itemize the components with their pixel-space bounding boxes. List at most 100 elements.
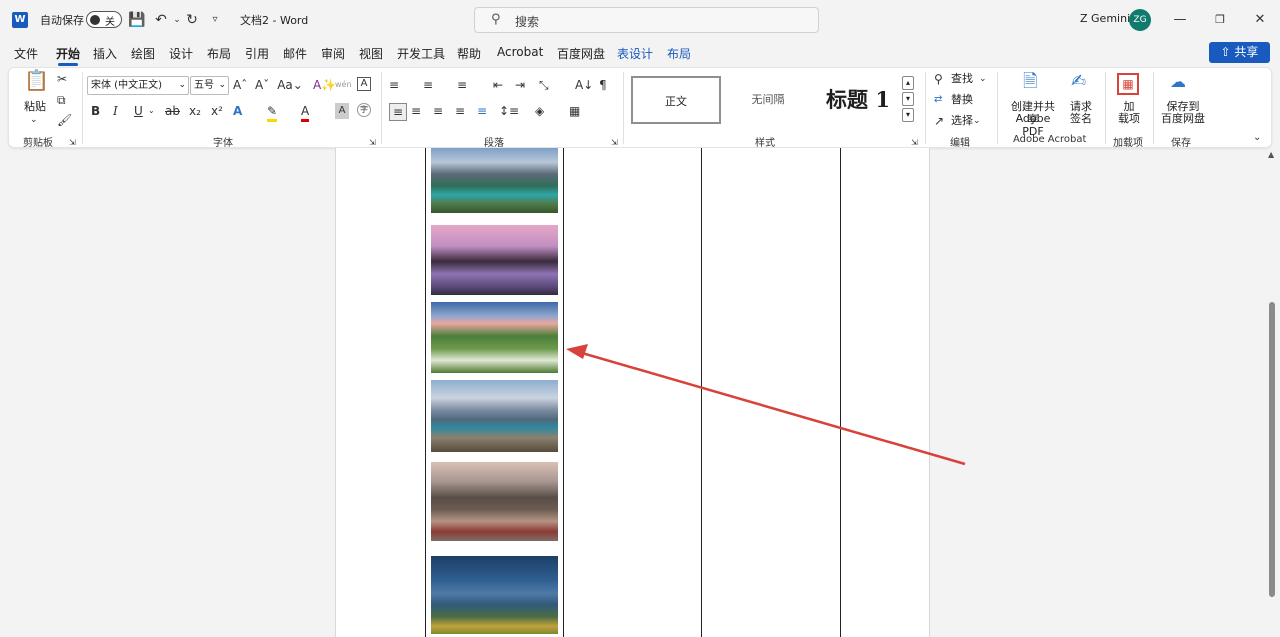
italic-icon[interactable]: I (113, 103, 118, 119)
save-icon[interactable]: 💾 (128, 11, 146, 29)
tab-references[interactable]: 引用 (245, 45, 269, 62)
photo-alpine-lake[interactable] (431, 380, 558, 452)
increase-indent-icon[interactable]: ⇥ (515, 77, 525, 93)
shading-icon[interactable]: ◈ (535, 103, 544, 119)
avatar[interactable]: ZG (1129, 9, 1151, 31)
align-center-icon[interactable]: ≡ (411, 103, 421, 119)
strikethrough-icon[interactable]: ab (165, 103, 180, 119)
numbering-icon[interactable]: ≡ (423, 77, 433, 93)
line-spacing-icon[interactable]: ↕≡ (499, 103, 519, 119)
addins-icon[interactable]: ▦ (1117, 73, 1139, 95)
borders-icon[interactable]: ▦ (569, 103, 580, 119)
photo-tree-valley[interactable] (431, 556, 558, 634)
select-icon[interactable]: ↗ (934, 113, 944, 129)
customize-quick-access-icon[interactable]: ▿ (206, 11, 224, 29)
replace-label[interactable]: 替换 (951, 93, 973, 106)
phonetic-guide-icon[interactable]: wén (335, 77, 352, 93)
styles-up-icon[interactable]: ▴ (902, 76, 914, 90)
font-color-icon[interactable]: A (301, 103, 310, 122)
bold-icon[interactable]: B (91, 103, 100, 119)
tab-acrobat[interactable]: Acrobat (497, 45, 543, 59)
photo-mountain-reflection-boats[interactable] (431, 462, 558, 541)
minimize-icon[interactable]: — (1170, 10, 1190, 30)
justify-icon[interactable]: ≡ (455, 103, 465, 119)
select-label[interactable]: 选择 (951, 114, 973, 127)
distributed-icon[interactable]: ≡ (477, 103, 487, 119)
find-dropdown-icon[interactable]: ⌄ (979, 71, 987, 87)
format-painter-icon[interactable]: 🖌 (57, 112, 72, 128)
sort-icon[interactable]: A↓ (575, 77, 593, 93)
save-to-label-2[interactable]: 百度网盘 (1159, 112, 1207, 125)
decrease-indent-icon[interactable]: ⇤ (493, 77, 503, 93)
font-name-select[interactable]: 宋体 (中文正文) ⌄ (87, 76, 189, 95)
create-pdf-icon[interactable]: 🗎 (1023, 73, 1037, 91)
styles-down-icon[interactable]: ▾ (902, 92, 914, 106)
tab-baidu-netdisk[interactable]: 百度网盘 (557, 45, 605, 62)
change-case-button[interactable]: Aa⌄ (277, 77, 303, 93)
user-name[interactable]: Z Gemini (1080, 12, 1130, 25)
align-right-icon[interactable]: ≡ (433, 103, 443, 119)
copy-icon[interactable]: ⧉ (57, 92, 66, 108)
character-border-icon[interactable]: A (357, 77, 371, 91)
multilevel-list-icon[interactable]: ≡ (457, 77, 467, 93)
find-icon[interactable]: ⚲ (934, 71, 943, 87)
tab-table-layout[interactable]: 布局 (667, 45, 691, 62)
styles-more-icon[interactable]: ▾ (902, 108, 914, 122)
tab-draw[interactable]: 绘图 (131, 45, 155, 62)
shrink-font-icon[interactable]: Aˇ (255, 77, 269, 93)
underline-dropdown-icon[interactable]: ⌄ (148, 103, 155, 119)
photo-purple-sunset-rocks[interactable] (431, 225, 558, 295)
style-no-spacing[interactable]: 无间隔 (725, 76, 811, 124)
search-box[interactable]: ⚲ 搜索 (474, 7, 819, 33)
clipboard-launcher-icon[interactable]: ⇲ (69, 135, 76, 151)
tab-home[interactable]: 开始 (56, 45, 80, 66)
share-button[interactable]: ⇧ 共享 (1209, 42, 1270, 63)
tab-design[interactable]: 设计 (169, 45, 193, 62)
scroll-up-icon[interactable]: ▲ (1268, 150, 1274, 159)
close-icon[interactable]: ✕ (1250, 10, 1270, 30)
photo-mountain-lake[interactable] (431, 148, 558, 213)
text-effects-icon[interactable]: A (233, 103, 242, 119)
collapse-ribbon-icon[interactable]: ⌄ (1253, 130, 1261, 146)
style-heading-1[interactable]: 标题 1 (815, 76, 901, 124)
tab-insert[interactable]: 插入 (93, 45, 117, 62)
restore-icon[interactable]: ❐ (1210, 10, 1230, 30)
font-size-select[interactable]: 五号 ⌄ (190, 76, 229, 95)
scroll-thumb[interactable] (1269, 302, 1275, 597)
tab-table-design[interactable]: 表设计 (617, 45, 653, 62)
tab-layout[interactable]: 布局 (207, 45, 231, 62)
addins-label-2[interactable]: 载项 (1117, 112, 1141, 125)
request-sign-label-2[interactable]: 签名 (1069, 112, 1093, 125)
clear-formatting-icon[interactable]: A✨ (313, 77, 336, 93)
tab-mailings[interactable]: 邮件 (283, 45, 307, 62)
asian-layout-icon[interactable]: ⤡ (539, 77, 549, 93)
find-label[interactable]: 查找 (951, 72, 973, 85)
select-dropdown-icon[interactable]: ⌄ (973, 113, 981, 129)
autosave-toggle[interactable]: 关 (86, 11, 122, 28)
bullets-icon[interactable]: ≡ (389, 77, 399, 93)
tab-help[interactable]: 帮助 (457, 45, 481, 62)
superscript-icon[interactable]: x² (211, 103, 223, 119)
replace-icon[interactable]: ⇄ (934, 92, 942, 108)
tab-view[interactable]: 视图 (359, 45, 383, 62)
cut-icon[interactable]: ✂ (57, 71, 67, 87)
request-signature-icon[interactable]: ✍ (1071, 73, 1086, 91)
subscript-icon[interactable]: x₂ (189, 103, 201, 119)
tab-review[interactable]: 审阅 (321, 45, 345, 62)
tab-file[interactable]: 文件 (14, 45, 38, 62)
tab-developer[interactable]: 开发工具 (397, 45, 445, 62)
photo-flower-meadow[interactable] (431, 302, 558, 373)
redo-icon[interactable]: ↻ (183, 11, 201, 29)
underline-icon[interactable]: U (134, 103, 143, 119)
grow-font-icon[interactable]: Aˆ (233, 77, 247, 93)
style-normal[interactable]: 正文 (631, 76, 721, 124)
show-formatting-marks-icon[interactable]: ¶ (599, 77, 607, 93)
enclose-characters-icon[interactable]: 字 (357, 103, 371, 117)
align-left-icon[interactable]: ≡ (389, 103, 407, 121)
baidu-cloud-icon[interactable]: ☁ (1170, 74, 1186, 90)
paste-dropdown-icon[interactable]: ⌄ (30, 112, 38, 128)
highlight-icon[interactable]: ✎ (267, 103, 278, 122)
paste-icon[interactable]: 📋 (24, 70, 49, 98)
vertical-scrollbar[interactable]: ▲ (1266, 150, 1278, 637)
character-shading-icon[interactable]: A (335, 103, 349, 119)
